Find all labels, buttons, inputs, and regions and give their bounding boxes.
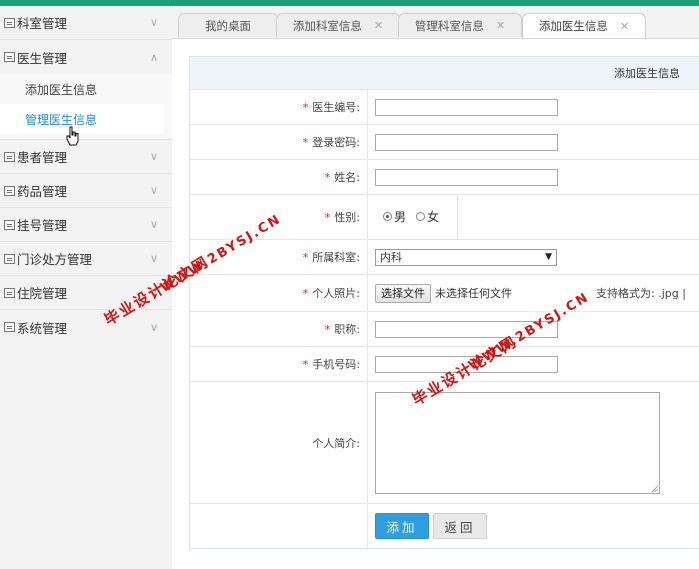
chevron-down-icon: ∨ [149,150,158,163]
sidebar-item-label: 患者管理 [17,150,68,165]
tab-add-department[interactable]: 添加科室信息 ✕ [276,13,400,37]
required-mark: * [302,135,309,149]
tab-label: 我的桌面 [205,18,251,33]
file-format-hint: 支持格式为: .jpg | [596,287,686,300]
choose-file-button[interactable]: 选择文件 [375,283,431,303]
add-button[interactable]: 添加 [375,513,429,539]
form-row-name: * 姓名: [190,160,699,195]
field-label: 个人照片: [312,287,360,300]
chevron-down-icon: ∨ [149,252,158,265]
folder-icon [4,322,15,332]
sidebar-item-label: 门诊处方管理 [17,252,93,267]
folder-icon [4,219,15,230]
gender-radio-group: 男 女 [368,194,459,240]
folder-icon [4,17,15,28]
chevron-down-icon: ∨ [149,218,158,231]
form-row-actions: 添加 返回 [190,504,699,548]
doctor-form-panel: 添加医生信息 *医生编号: *登录密码: *姓名: *性别: 男 女 * [189,56,699,549]
tab-label: 添加医生信息 [538,19,608,33]
sidebar-item-registration[interactable]: 挂号管理 ∨ [0,208,172,242]
sidebar-item-label: 住院管理 [17,286,68,301]
sidebar-item-doctor[interactable]: 医生管理 ∧ [0,40,172,74]
radio-checked-icon [383,212,392,221]
back-button[interactable]: 返回 [433,513,487,539]
sidebar-item-label: 系统管理 [17,320,68,336]
form-row-title: * 职称: [190,312,699,347]
gender-male-radio[interactable]: 男 [383,208,406,225]
close-icon[interactable]: ✕ [496,19,505,32]
field-label: 医生编号: [312,101,360,114]
folder-icon [4,151,15,162]
form-row-doctor-id: * 医生编号: [190,90,699,125]
folder-icon [4,253,15,264]
sidebar-subitem-manage-doctor[interactable]: 管理医生信息 [0,104,164,134]
sidebar-item-department[interactable]: 科室管理 ∨ [0,6,172,40]
field-label: 手机号码: [312,358,360,371]
sidebar-item-label: 医生管理 [17,50,68,66]
folder-icon [4,185,15,196]
tab-label: 添加科室信息 [292,18,362,33]
sidebar-item-prescription[interactable]: 门诊处方管理 ∨ [0,242,172,276]
form-title: 添加医生信息 [190,57,699,90]
folder-icon [4,52,15,62]
form-row-password: * 登录密码: [190,125,699,160]
required-mark: * [302,250,309,264]
required-mark: * [324,170,331,184]
radio-label: 男 [394,210,407,224]
name-input[interactable] [375,168,558,186]
hand-cursor-icon [66,126,79,146]
tab-add-doctor[interactable]: 添加医生信息 ✕ [522,13,646,38]
chevron-down-icon: ∨ [149,320,158,334]
field-label: 职称: [334,323,360,336]
field-label: 所属科室: [312,251,360,264]
folder-icon [4,287,15,298]
radio-unchecked-icon [416,212,426,221]
sidebar-item-label: 药品管理 [17,184,68,199]
dropdown-arrow-icon: ▼ [545,252,552,262]
password-input[interactable] [375,133,558,151]
required-mark: * [302,357,309,371]
tab-label: 管理科室信息 [414,18,484,33]
required-mark: * [324,322,331,336]
sidebar-item-system[interactable]: 系统管理 ∨ [0,310,172,344]
form-row-photo: * 个人照片: 选择文件 未选择任何文件 支持格式为: .jpg | [190,275,699,312]
form-row-department: * 所属科室: 内科 ▼ [190,240,699,275]
tab-bar: 我的桌面 添加科室信息 ✕ 管理科室信息 ✕ 添加医生信息 ✕ [172,8,699,39]
sidebar-item-label: 科室管理 [17,16,68,31]
required-mark: * [302,286,309,300]
sidebar-subitem-add-doctor[interactable]: 添加医生信息 [0,74,172,104]
main-content: 添加医生信息 *医生编号: *登录密码: *姓名: *性别: 男 女 * [172,39,699,569]
radio-label: 女 [427,210,440,224]
close-icon[interactable]: ✕ [374,19,383,32]
close-icon[interactable]: ✕ [620,20,629,33]
gender-female-radio[interactable]: 女 [416,208,439,225]
select-value: 内科 [380,251,402,264]
file-status: 未选择任何文件 [435,287,512,300]
doctor-submenu: 添加医生信息 管理医生信息 [0,74,172,140]
tab-manage-department[interactable]: 管理科室信息 ✕ [398,13,522,37]
doctor-id-input[interactable] [375,98,558,116]
tab-my-desktop[interactable]: 我的桌面 [178,13,278,37]
required-mark: * [324,210,331,224]
field-label: 性别: [334,211,360,224]
chevron-down-icon: ∨ [149,184,158,197]
sidebar-item-medicine[interactable]: 药品管理 ∨ [0,174,172,208]
department-select[interactable]: 内科 ▼ [375,248,557,266]
field-label: 个人简介: [312,436,360,450]
chevron-up-icon: ∧ [149,50,158,64]
field-label: 登录密码: [312,136,360,149]
field-label: 姓名: [334,171,360,184]
form-row-bio: 个人简介: [190,382,699,504]
required-mark: * [302,100,309,114]
sidebar-item-label: 挂号管理 [17,218,68,233]
sidebar-item-patient[interactable]: 患者管理 ∨ [0,140,172,174]
chevron-down-icon: ∨ [149,16,158,29]
